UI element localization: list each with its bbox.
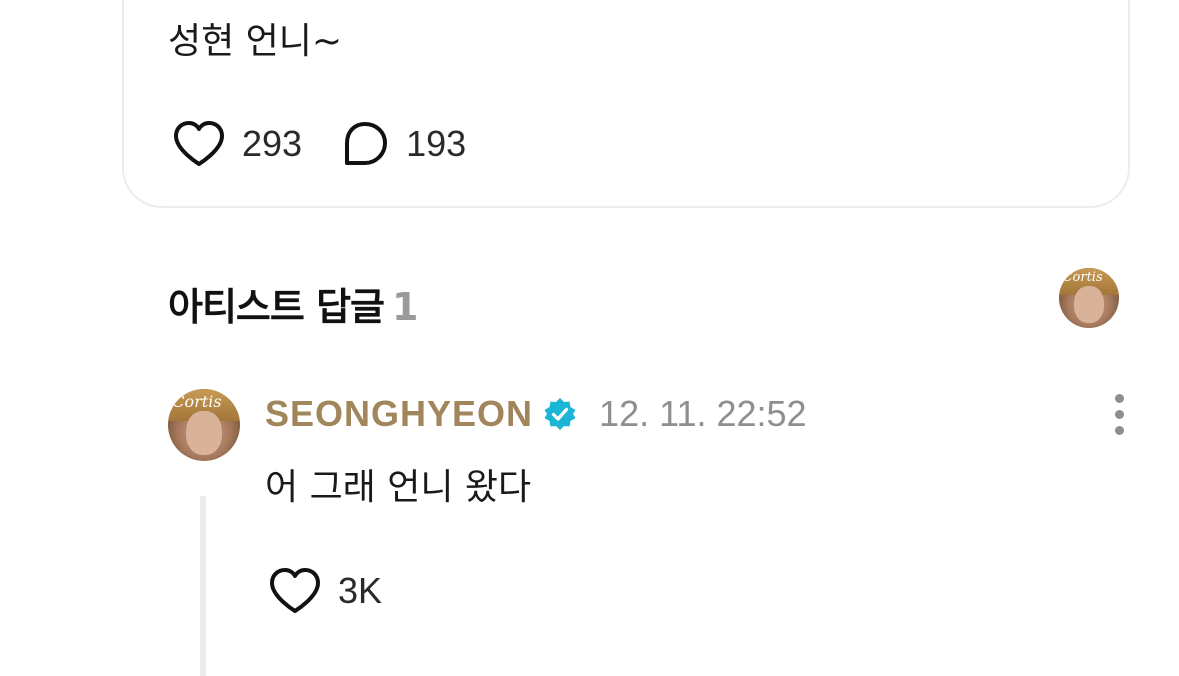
artist-replies-title: 아티스트 답글 1: [168, 276, 418, 331]
reply-like-button[interactable]: 3K: [268, 567, 382, 615]
reply-text: 어 그래 언니 왔다: [265, 467, 532, 508]
artist-replies-count: 1: [392, 285, 418, 329]
thread-line: [200, 496, 206, 676]
avatar-logo-text: Cortis: [172, 391, 222, 411]
post-comment-count: 193: [406, 123, 467, 164]
post-comment-button[interactable]: 193: [340, 119, 466, 169]
post-like-count: 293: [242, 123, 303, 164]
artist-replies-label: 아티스트 답글: [168, 285, 385, 329]
verified-badge-icon: [544, 398, 576, 430]
reply-author-avatar[interactable]: Cortis: [168, 389, 240, 461]
avatar-logo-text: Cortis: [1062, 270, 1103, 286]
more-dot-icon: [1114, 425, 1124, 435]
post-actions: 293 193: [172, 120, 466, 168]
comment-bubble-icon: [345, 122, 388, 165]
avatar-face-image: [186, 410, 222, 456]
more-dot-icon: [1114, 393, 1124, 403]
heart-icon: [174, 121, 224, 166]
artist-replies-avatar[interactable]: Cortis: [1059, 268, 1119, 328]
post-text: 성현 언니~: [168, 21, 343, 62]
avatar-face-image: [1074, 286, 1104, 324]
reply-timestamp: 12. 11. 22:52: [599, 393, 807, 434]
reply-author-name[interactable]: SEONGHYEON: [265, 393, 533, 435]
more-dot-icon: [1114, 409, 1124, 419]
more-options-button[interactable]: [1104, 392, 1134, 436]
heart-icon: [270, 568, 320, 613]
reply-header: SEONGHYEON 12. 11. 22:52: [265, 392, 807, 436]
reply-actions: 3K: [268, 566, 382, 616]
post-like-button[interactable]: 293: [172, 120, 302, 168]
reply-like-count: 3K: [338, 570, 383, 611]
